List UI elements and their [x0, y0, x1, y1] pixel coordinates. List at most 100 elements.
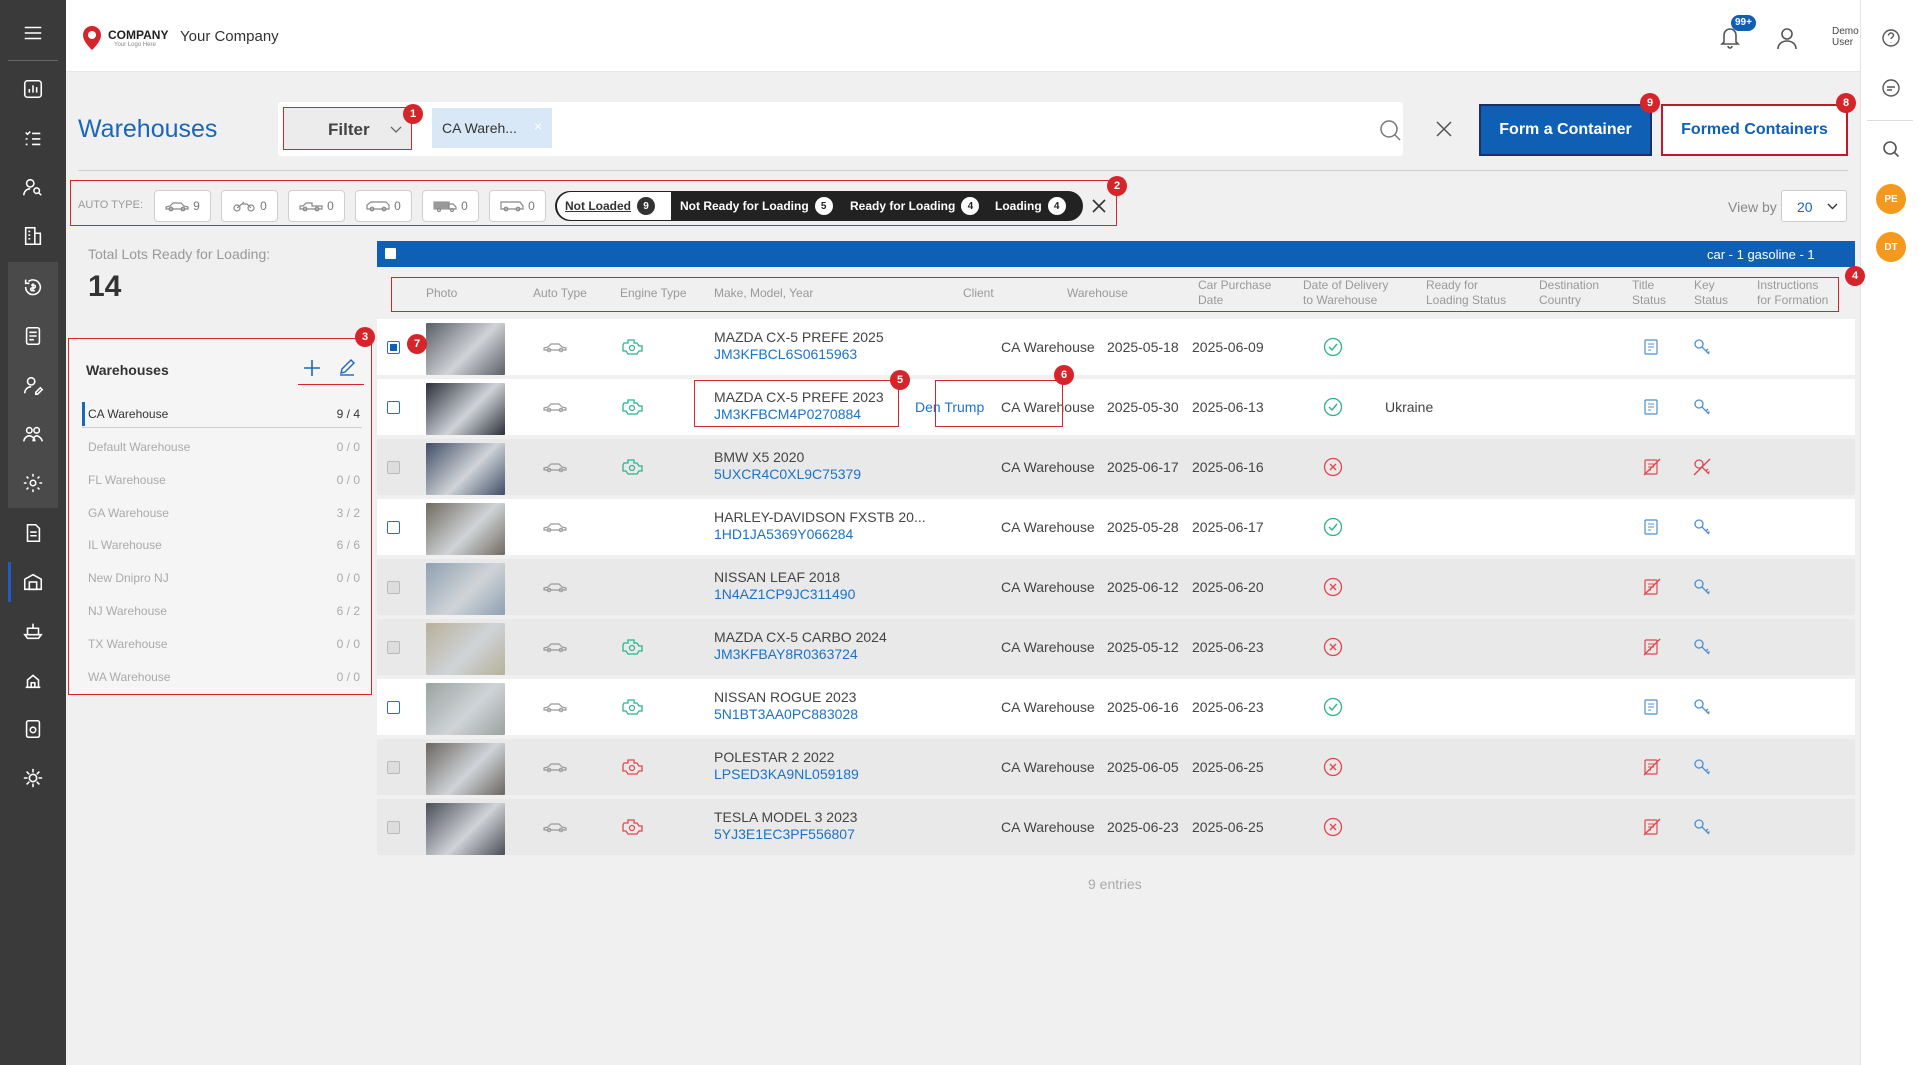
row-checkbox[interactable] [387, 701, 400, 714]
sedan-icon [543, 343, 567, 353]
key-icon[interactable] [1692, 517, 1712, 537]
delivery-date: 2025-06-09 [1192, 339, 1264, 355]
key-icon[interactable] [1692, 397, 1712, 417]
table-row[interactable]: NISSAN ROGUE 2023 5N1BT3AA0PC883028 CA War… [377, 679, 1855, 735]
vin-link[interactable]: 1HD1JA5369Y066284 [714, 526, 853, 542]
warehouse-name: CA Warehouse [1001, 519, 1095, 535]
title-missing-icon[interactable] [1642, 757, 1662, 777]
view-by-select[interactable]: 20 [1781, 190, 1847, 222]
user-edit-icon[interactable] [0, 362, 66, 408]
annotation-box-1 [283, 107, 412, 150]
annotation-badge-5: 5 [890, 370, 910, 390]
dashboard-icon[interactable] [0, 66, 66, 112]
port-icon[interactable] [0, 657, 66, 703]
table-row[interactable]: NISSAN LEAF 2018 1N4AZ1CP9JC311490 CA Ware… [377, 559, 1855, 615]
engine-icon [622, 639, 643, 655]
key-missing-icon[interactable] [1692, 457, 1712, 477]
settings-gear-icon[interactable] [0, 460, 66, 506]
user-avatar-icon[interactable] [1776, 26, 1798, 53]
document-icon[interactable] [0, 510, 66, 556]
system-settings-icon[interactable] [0, 755, 66, 801]
title-missing-icon[interactable] [1642, 817, 1662, 837]
vehicle-photo[interactable] [426, 323, 505, 375]
x-circle-icon [1323, 817, 1343, 837]
table-row[interactable]: BMW X5 2020 5UXCR4C0XL9C75379 CA Warehouse… [377, 439, 1855, 495]
row-checkbox[interactable] [387, 461, 400, 474]
key-icon[interactable] [1692, 697, 1712, 717]
table-row[interactable]: TESLA MODEL 3 2023 5YJ3E1EC3PF556807 CA Wa… [377, 799, 1855, 855]
filter-clear-icon[interactable] [1435, 120, 1453, 141]
key-icon[interactable] [1692, 637, 1712, 657]
title-document-icon[interactable] [1642, 397, 1662, 417]
ship-icon[interactable] [0, 608, 66, 654]
title-document-icon[interactable] [1642, 697, 1662, 717]
row-checkbox[interactable] [387, 401, 400, 414]
vehicle-photo[interactable] [426, 803, 505, 855]
user-name[interactable]: Demo User [1832, 26, 1859, 48]
row-checkbox[interactable] [387, 521, 400, 534]
avatar-pe[interactable]: PE [1876, 184, 1906, 214]
vehicle-photo[interactable] [426, 563, 505, 615]
warehouse-name: CA Warehouse [1001, 759, 1095, 775]
row-checkbox[interactable] [387, 581, 400, 594]
table-row[interactable]: MAZDA CX-5 PREFE 2023 JM3KFBCM4P0270884 De… [377, 379, 1855, 435]
title-document-icon[interactable] [1642, 337, 1662, 357]
users-search-icon[interactable] [0, 164, 66, 210]
annotation-badge-7: 7 [407, 334, 427, 354]
vin-link[interactable]: JM3KFBCL6S0615963 [714, 346, 857, 362]
vin-link[interactable]: 5UXCR4C0XL9C75379 [714, 466, 861, 482]
finance-icon[interactable] [0, 264, 66, 310]
table-row[interactable]: POLESTAR 2 2022 LPSED3KA9NL059189 CA Wareh… [377, 739, 1855, 795]
invoice-icon[interactable] [0, 313, 66, 359]
building-icon[interactable] [0, 213, 66, 259]
row-checkbox[interactable] [387, 641, 400, 654]
key-icon[interactable] [1692, 577, 1712, 597]
report-icon[interactable] [0, 706, 66, 752]
warehouse-icon[interactable] [0, 559, 66, 605]
filter-chip-label: CA Wareh... [442, 120, 517, 136]
title-missing-icon[interactable] [1642, 457, 1662, 477]
checklist-icon[interactable] [0, 115, 66, 161]
vin-link[interactable]: LPSED3KA9NL059189 [714, 766, 859, 782]
purchase-date: 2025-05-18 [1107, 339, 1179, 355]
help-icon[interactable] [1881, 28, 1901, 51]
filter-search-icon[interactable] [1378, 118, 1402, 145]
make-model-year: NISSAN ROGUE 2023 [714, 689, 857, 705]
vehicle-photo[interactable] [426, 443, 505, 495]
chip-close-icon[interactable]: × [534, 118, 542, 134]
vin-link[interactable]: JM3KFBAY8R0363724 [714, 646, 858, 662]
vehicle-photo[interactable] [426, 623, 505, 675]
vehicle-photo[interactable] [426, 683, 505, 735]
title-document-icon[interactable] [1642, 517, 1662, 537]
filter-chip[interactable]: CA Wareh... × [432, 108, 552, 148]
table-row[interactable]: MAZDA CX-5 PREFE 2025 JM3KFBCL6S0615963 CA… [377, 319, 1855, 375]
vin-link[interactable]: 5YJ3E1EC3PF556807 [714, 826, 855, 842]
team-icon[interactable] [0, 411, 66, 457]
top-bar: COMPANY Your Logo Here Your Company 99+ … [66, 0, 1860, 72]
title-missing-icon[interactable] [1642, 577, 1662, 597]
make-model-year: MAZDA CX-5 CARBO 2024 [714, 629, 887, 645]
row-checkbox[interactable] [387, 821, 400, 834]
company-logo[interactable] [80, 24, 104, 55]
chat-icon[interactable] [1881, 78, 1901, 101]
table-row[interactable]: HARLEY-DAVIDSON FXSTB 20... 1HD1JA5369Y06… [377, 499, 1855, 555]
vehicle-photo[interactable] [426, 503, 505, 555]
table-row[interactable]: MAZDA CX-5 CARBO 2024 JM3KFBAY8R0363724 CA… [377, 619, 1855, 675]
annotation-badge-3: 3 [355, 327, 375, 347]
select-all-checkbox[interactable] [385, 248, 396, 259]
logo-sub: Your Logo Here [114, 42, 156, 48]
hamburger-menu-icon[interactable] [0, 10, 66, 56]
row-checkbox[interactable] [387, 761, 400, 774]
vehicle-photo[interactable] [426, 743, 505, 795]
vin-link[interactable]: 1N4AZ1CP9JC311490 [714, 586, 855, 602]
vin-link[interactable]: 5N1BT3AA0PC883028 [714, 706, 858, 722]
key-icon[interactable] [1692, 817, 1712, 837]
engine-icon [622, 399, 643, 415]
key-icon[interactable] [1692, 337, 1712, 357]
search-icon[interactable] [1881, 139, 1901, 162]
avatar-dt[interactable]: DT [1876, 232, 1906, 262]
title-missing-icon[interactable] [1642, 637, 1662, 657]
row-checkbox[interactable] [387, 341, 400, 354]
vehicle-photo[interactable] [426, 383, 505, 435]
key-icon[interactable] [1692, 757, 1712, 777]
